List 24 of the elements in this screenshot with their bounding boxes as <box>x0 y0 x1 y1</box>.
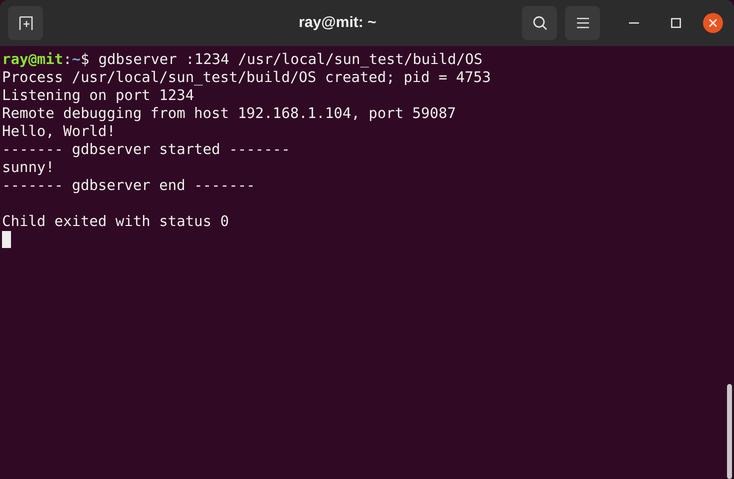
output-line: Remote debugging from host 192.168.1.104, port 59087 <box>2 106 456 122</box>
output-line: Process /usr/local/sun_test/build/OS created; pid = 4753 <box>2 70 491 86</box>
prompt-symbol: $ <box>80 51 90 69</box>
close-button[interactable] <box>703 13 723 33</box>
exit-message: Child exited with status 0 <box>2 214 229 230</box>
output-line: sunny! <box>2 160 54 176</box>
output-line: Hello, World! <box>2 124 116 140</box>
prompt-user-host: ray@mit <box>2 51 64 69</box>
menu-button[interactable] <box>565 6 600 40</box>
output-line: Listening on port 1234 <box>2 88 194 104</box>
search-button[interactable] <box>522 6 557 40</box>
new-tab-button[interactable] <box>8 6 43 40</box>
output-line: ------- gdbserver started ------- <box>2 142 290 158</box>
command-text: gdbserver :1234 /usr/local/sun_test/build/OS <box>98 51 482 69</box>
close-icon <box>709 19 717 27</box>
new-tab-icon <box>18 15 34 31</box>
output-line: ------- gdbserver end ------- <box>2 178 256 194</box>
prompt-separator: : <box>63 51 72 69</box>
search-icon <box>532 15 548 31</box>
minimize-icon <box>629 22 639 24</box>
maximize-icon <box>671 18 681 28</box>
menu-icon <box>576 17 590 29</box>
window-title: ray@mit: ~ <box>298 12 376 33</box>
prompt-path: ~ <box>72 51 81 69</box>
